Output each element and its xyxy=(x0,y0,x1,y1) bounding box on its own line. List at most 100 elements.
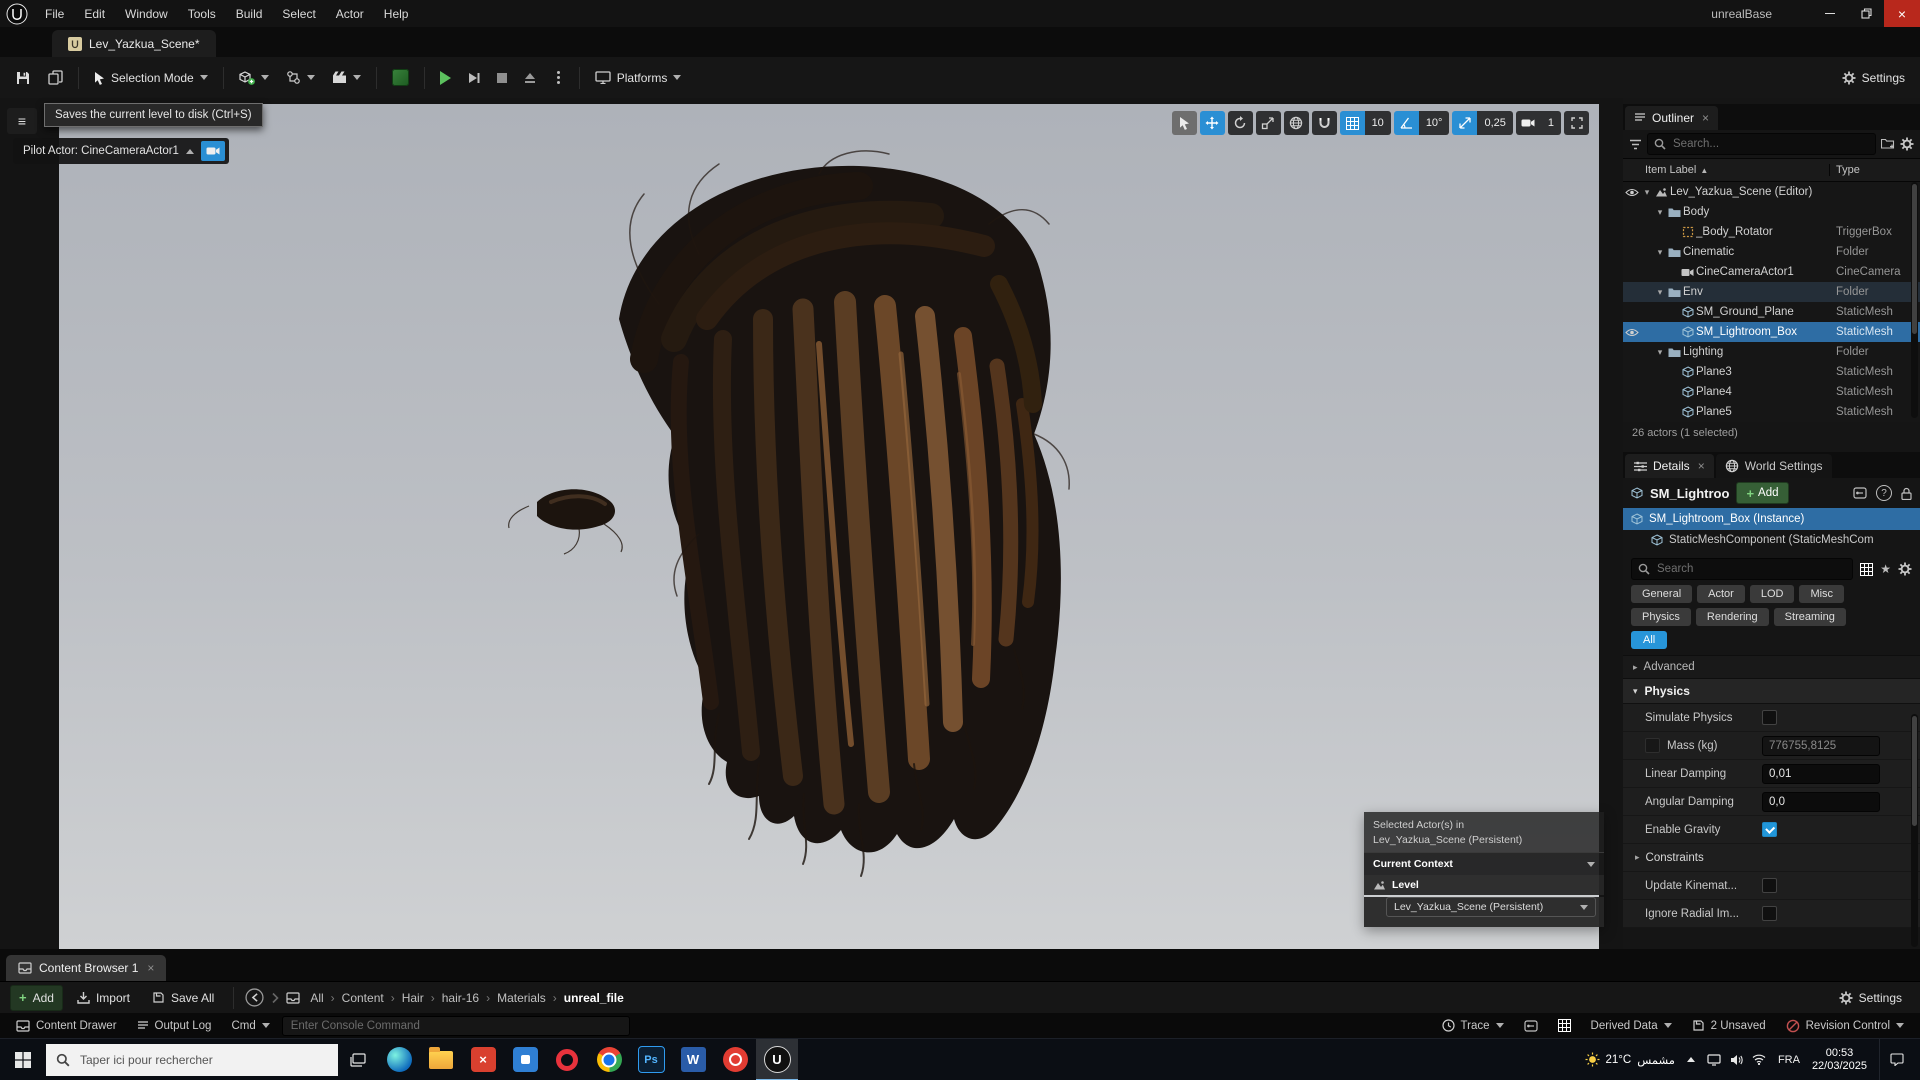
filter-chip-rendering[interactable]: Rendering xyxy=(1695,608,1769,626)
property-checkbox[interactable] xyxy=(1762,906,1777,921)
menu-build[interactable]: Build xyxy=(227,4,272,24)
taskbar-app-explorer[interactable] xyxy=(420,1039,462,1080)
details-search-input[interactable] xyxy=(1655,562,1847,576)
chevron-right-icon[interactable]: ▸ xyxy=(1635,852,1640,863)
camera-speed-control[interactable]: 1 xyxy=(1515,111,1561,135)
taskbar-app-blueapp[interactable] xyxy=(504,1039,546,1080)
taskbar-search-input[interactable] xyxy=(78,1051,328,1068)
level-context-dropdown[interactable]: Lev_Yazkua_Scene (Persistent) xyxy=(1386,897,1596,917)
world-space-button[interactable] xyxy=(1283,111,1309,135)
import-button[interactable]: Import xyxy=(69,986,138,1010)
path-root-icon[interactable] xyxy=(286,991,300,1004)
play-button[interactable] xyxy=(433,64,458,92)
outliner-search-input[interactable] xyxy=(1671,137,1869,151)
rotate-tool-button[interactable] xyxy=(1227,111,1253,135)
close-button[interactable]: × xyxy=(1884,0,1920,27)
back-button[interactable] xyxy=(245,988,264,1007)
outliner-row[interactable]: SM_Ground_Plane StaticMesh xyxy=(1623,302,1920,322)
scale-snap-control[interactable]: 0,25 xyxy=(1452,111,1513,135)
menu-file[interactable]: File xyxy=(36,4,73,24)
outliner-row[interactable]: Plane5 StaticMesh xyxy=(1623,402,1920,422)
grid-snap-control[interactable]: 10 xyxy=(1339,111,1391,135)
property-override-checkbox[interactable] xyxy=(1645,738,1660,753)
column-item-label[interactable]: Item Label ▲ xyxy=(1623,164,1829,176)
expand-caret[interactable]: ▾ xyxy=(1654,347,1666,358)
revision-control-dropdown[interactable]: Revision Control xyxy=(1778,1016,1912,1036)
minimize-button[interactable] xyxy=(1812,0,1848,27)
selection-mode-dropdown[interactable]: Selection Mode xyxy=(87,64,215,92)
viewport-menu-button[interactable]: ≡ xyxy=(7,108,37,134)
outliner-row[interactable]: SM_Lightroom_Box StaticMesh xyxy=(1623,322,1920,342)
menu-help[interactable]: Help xyxy=(375,4,418,24)
tab-details[interactable]: Details × xyxy=(1625,454,1714,478)
rotation-snap-control[interactable]: 10° xyxy=(1393,111,1450,135)
menu-tools[interactable]: Tools xyxy=(179,4,225,24)
filter-chip-physics[interactable]: Physics xyxy=(1631,608,1691,626)
new-folder-icon[interactable] xyxy=(1881,138,1895,150)
display-icon[interactable] xyxy=(1707,1053,1721,1066)
filter-chip-streaming[interactable]: Streaming xyxy=(1773,608,1846,626)
derived-data-dropdown[interactable]: Derived Data xyxy=(1583,1016,1680,1036)
clock[interactable]: 00:53 22/03/2025 xyxy=(1812,1047,1867,1073)
advanced-section-row[interactable]: ▸ Advanced xyxy=(1623,655,1920,679)
unsaved-button[interactable]: 2 Unsaved xyxy=(1684,1016,1774,1036)
expand-caret[interactable]: ▾ xyxy=(1641,187,1653,198)
bridge-button[interactable] xyxy=(385,64,416,92)
taskbar-app-edge[interactable] xyxy=(378,1039,420,1080)
start-button[interactable] xyxy=(0,1039,46,1080)
close-icon[interactable]: × xyxy=(147,961,154,975)
property-checkbox[interactable] xyxy=(1762,822,1777,837)
outliner-search-box[interactable] xyxy=(1647,133,1876,155)
outliner-row[interactable]: ▾ Env Folder xyxy=(1623,282,1920,302)
property-input[interactable] xyxy=(1762,735,1880,756)
outliner-row[interactable]: _Body_Rotator TriggerBox xyxy=(1623,222,1920,242)
outliner-row[interactable]: ▾ Lighting Folder xyxy=(1623,342,1920,362)
instance-row[interactable]: SM_Lightroom_Box (Instance) xyxy=(1623,508,1920,530)
tab-world-settings[interactable]: World Settings xyxy=(1715,454,1832,478)
visibility-eye-icon[interactable] xyxy=(1623,188,1641,197)
property-input[interactable] xyxy=(1762,763,1880,784)
output-log-button[interactable]: Output Log xyxy=(129,1016,220,1036)
property-checkbox[interactable] xyxy=(1762,710,1777,725)
expand-caret[interactable]: ▾ xyxy=(1654,207,1666,218)
taskbar-search[interactable] xyxy=(46,1043,338,1076)
outliner-row[interactable]: ▾ Cinematic Folder xyxy=(1623,242,1920,262)
menu-window[interactable]: Window xyxy=(116,4,177,24)
breadcrumb-item[interactable]: unreal_file xyxy=(564,991,624,1005)
content-drawer-button[interactable]: Content Drawer xyxy=(8,1016,125,1036)
action-center-button[interactable] xyxy=(1879,1038,1914,1080)
unreal-logo-icon[interactable] xyxy=(6,3,28,25)
settings-button[interactable]: Settings xyxy=(1835,64,1912,92)
task-view-button[interactable] xyxy=(338,1039,378,1080)
outliner-settings-icon[interactable] xyxy=(1900,137,1914,151)
console-command-input[interactable] xyxy=(281,1015,630,1036)
outliner-scrollbar[interactable] xyxy=(1911,182,1918,418)
add-actor-button[interactable] xyxy=(232,64,276,92)
level-tab[interactable]: Lev_Yazkua_Scene* xyxy=(52,30,216,57)
trace-dropdown[interactable]: Trace xyxy=(1434,1016,1512,1036)
menu-select[interactable]: Select xyxy=(273,4,324,24)
profiler-button[interactable] xyxy=(1550,1016,1579,1036)
filter-chip-lod[interactable]: LOD xyxy=(1749,585,1795,603)
maximize-button[interactable] xyxy=(1848,0,1884,27)
details-settings-icon[interactable] xyxy=(1898,562,1912,576)
breadcrumb-item[interactable]: Materials xyxy=(497,991,546,1005)
save-button[interactable] xyxy=(8,64,38,92)
skip-button[interactable] xyxy=(461,64,487,92)
property-checkbox[interactable] xyxy=(1762,878,1777,893)
platforms-dropdown[interactable]: Platforms xyxy=(588,64,689,92)
blueprint-convert-icon[interactable] xyxy=(1853,487,1867,499)
taskbar-app-opera[interactable] xyxy=(546,1039,588,1080)
move-tool-button[interactable] xyxy=(1199,111,1225,135)
filter-chip-actor[interactable]: Actor xyxy=(1697,585,1745,603)
save-all-button[interactable]: Save All xyxy=(144,986,222,1010)
taskbar-app-word[interactable]: W xyxy=(672,1039,714,1080)
tray-expand-icon[interactable] xyxy=(1686,1057,1695,1062)
property-input[interactable] xyxy=(1762,791,1880,812)
play-options-button[interactable] xyxy=(546,64,571,92)
current-context-row[interactable]: Current Context xyxy=(1364,852,1604,875)
taskbar-app-redapp[interactable] xyxy=(714,1039,756,1080)
eject-button[interactable] xyxy=(517,64,543,92)
close-icon[interactable]: × xyxy=(1702,111,1709,125)
pilot-camera-toggle[interactable] xyxy=(200,141,225,161)
